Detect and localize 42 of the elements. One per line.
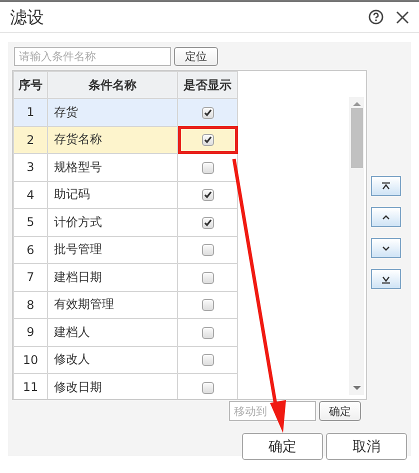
checkbox[interactable] (202, 162, 214, 174)
table-cell: 计价方式 (48, 208, 178, 236)
scroll-up-icon[interactable] (352, 101, 360, 106)
move-down-button[interactable] (371, 238, 401, 258)
checkbox[interactable] (202, 299, 214, 312)
table-cell: 3 (14, 154, 48, 181)
table-cell: 规格型号 (48, 154, 178, 181)
checkbox[interactable] (202, 326, 214, 339)
column-header: 条件名称 (48, 72, 178, 98)
move-bottom-button[interactable] (371, 269, 401, 289)
table-cell: 11 (14, 374, 48, 399)
checkbox[interactable] (202, 134, 214, 146)
checkbox[interactable] (202, 272, 214, 284)
help-icon[interactable] (368, 9, 384, 25)
move-confirm-button[interactable]: 确定 (319, 401, 361, 421)
close-icon[interactable] (396, 10, 409, 24)
ok-button[interactable]: 确定 (242, 433, 323, 460)
table-cell: 建档人 (48, 318, 178, 346)
checkbox[interactable] (202, 244, 214, 256)
window-title: 滤设 (10, 6, 45, 28)
move-top-button[interactable] (371, 176, 401, 196)
checkbox[interactable] (202, 106, 214, 119)
scroll-down-icon[interactable] (352, 386, 360, 391)
checkbox[interactable] (202, 216, 214, 229)
column-header: 序号 (14, 72, 48, 98)
move-up-button[interactable] (371, 207, 401, 227)
cancel-button[interactable]: 取消 (326, 433, 407, 460)
column-header: 是否显示 (178, 72, 238, 98)
checkbox[interactable] (202, 382, 214, 394)
search-field[interactable]: 请输入条件名称 (14, 47, 171, 66)
checkbox[interactable] (202, 354, 214, 366)
locate-button[interactable]: 定位 (174, 47, 218, 66)
table-cell: 1 (14, 98, 48, 126)
scrollbar-track[interactable] (349, 97, 364, 395)
table-cell: 建档日期 (48, 264, 178, 291)
table-cell: 7 (14, 264, 48, 291)
table-cell: 存货 (48, 98, 178, 126)
table-cell: 9 (14, 318, 48, 346)
scrollbar-thumb[interactable] (350, 108, 362, 168)
checkbox[interactable] (202, 189, 214, 202)
chevron-up-icon (379, 180, 393, 192)
table-cell: 5 (14, 208, 48, 236)
